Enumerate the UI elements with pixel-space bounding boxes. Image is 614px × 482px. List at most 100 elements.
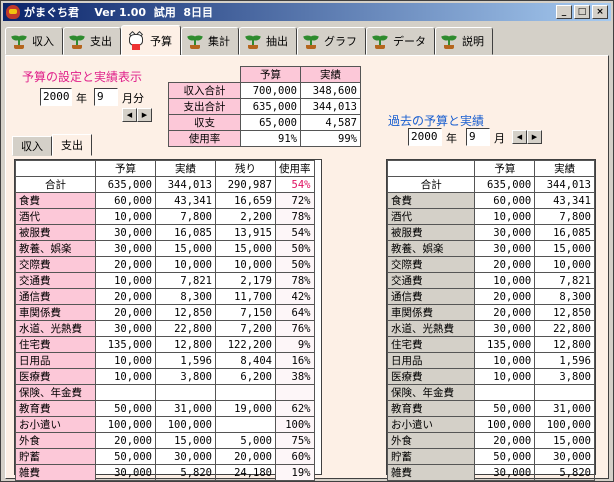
minimize-button[interactable]: _	[556, 5, 572, 19]
table-row[interactable]: 保険、年金費	[386, 384, 595, 401]
tab-7[interactable]: 説明	[435, 27, 493, 55]
subtab-expense[interactable]: 支出	[52, 134, 92, 156]
summary-label: 収入合計	[168, 82, 241, 99]
table-row[interactable]: 外食 20,000 15,000 5,000 75%	[15, 432, 315, 449]
table-row[interactable]: 水道、光熱費 30,000 22,800 7,200 76%	[15, 320, 315, 337]
table-row[interactable]: 酒代 10,000 7,800 2,200 78%	[15, 208, 315, 225]
table-row[interactable]: お小遣い 100,000 100,000 100%	[15, 416, 315, 433]
rest-cell: 10,000	[215, 256, 276, 273]
budget-cell[interactable]: 20,000	[95, 256, 156, 273]
table-row[interactable]: 食費 60,000 43,341 16,659 72%	[15, 192, 315, 209]
budget-cell[interactable]: 10,000	[95, 352, 156, 369]
actual-cell: 8,300	[534, 288, 595, 305]
actual-cell: 15,000	[534, 432, 595, 449]
budget-cell[interactable]: 30,000	[95, 320, 156, 337]
table-row[interactable]: 保険、年金費	[15, 384, 315, 401]
past-year-input[interactable]: 2000	[408, 128, 442, 146]
category: 貯蓄	[15, 448, 96, 465]
table-row[interactable]: 雑費 30,000 5,820 24,180 19%	[15, 464, 315, 481]
past-header: 過去の予算と実績	[388, 114, 485, 128]
maximize-button[interactable]: □	[574, 5, 590, 19]
year-input[interactable]: 2000	[40, 88, 72, 106]
past-next-month-button[interactable]: ▶	[527, 130, 542, 144]
table-row[interactable]: 住宅費 135,000 12,800 122,200 9%	[15, 336, 315, 353]
tab-6[interactable]: データ	[366, 27, 435, 55]
table-row[interactable]: 被服費 30,000 16,085	[386, 224, 595, 241]
tab-1[interactable]: 支出	[63, 27, 121, 55]
category: 車関係費	[386, 304, 476, 321]
expense-budget-grid[interactable]: 予算 実績 残り 使用率 合計 635,000 344,013 290,987 54% 食費 60,…	[14, 159, 322, 481]
budget-cell[interactable]: 30,000	[95, 464, 156, 481]
table-row[interactable]: 貯蓄 50,000 30,000	[386, 448, 595, 465]
table-row[interactable]: 水道、光熱費 30,000 22,800	[386, 320, 595, 337]
tab-2[interactable]: 予算	[121, 25, 181, 55]
table-row[interactable]: 交通費 10,000 7,821 2,179 78%	[15, 272, 315, 289]
rate-cell: 19%	[275, 464, 315, 481]
past-budget-grid[interactable]: 予算 実績 合計 635,000 344,013 食費 60,000 43,341 酒代 10,0…	[386, 159, 596, 481]
rest-cell: 15,000	[215, 240, 276, 257]
next-month-button[interactable]: ▶	[137, 108, 152, 122]
table-row[interactable]: 食費 60,000 43,341	[386, 192, 595, 209]
category: 保険、年金費	[15, 384, 96, 401]
month-input[interactable]: 9	[94, 88, 118, 106]
table-row[interactable]: 車関係費 20,000 12,850	[386, 304, 595, 321]
table-row[interactable]: 交際費 20,000 10,000	[386, 256, 595, 273]
table-row[interactable]: 日用品 10,000 1,596 8,404 16%	[15, 352, 315, 369]
budget-cell[interactable]: 20,000	[95, 432, 156, 449]
budget-cell[interactable]: 50,000	[95, 448, 156, 465]
col-header: 実績	[155, 160, 216, 177]
table-row[interactable]: 教育費 50,000 31,000	[386, 400, 595, 417]
budget-cell[interactable]: 60,000	[95, 192, 156, 209]
table-row[interactable]: お小遣い 100,000 100,000	[386, 416, 595, 433]
table-row[interactable]: 通信費 20,000 8,300	[386, 288, 595, 305]
category: 酒代	[15, 208, 96, 225]
table-row[interactable]: 外食 20,000 15,000	[386, 432, 595, 449]
table-row[interactable]: 教養、娯楽 30,000 15,000 15,000 50%	[15, 240, 315, 257]
budget-cell[interactable]: 100,000	[95, 416, 156, 433]
tab-label: 支出	[90, 35, 112, 48]
actual-cell: 100,000	[155, 416, 216, 433]
table-row[interactable]: 交通費 10,000 7,821	[386, 272, 595, 289]
budget-cell[interactable]	[95, 384, 156, 401]
actual-cell: 3,800	[534, 368, 595, 385]
tab-4[interactable]: 抽出	[239, 27, 297, 55]
close-button[interactable]: ×	[592, 5, 608, 19]
budget-cell[interactable]: 135,000	[95, 336, 156, 353]
summary-label: 支出合計	[168, 98, 241, 115]
table-row[interactable]: 教養、娯楽 30,000 15,000	[386, 240, 595, 257]
rate-cell: 100%	[275, 416, 315, 433]
table-row[interactable]: 被服費 30,000 16,085 13,915 54%	[15, 224, 315, 241]
budget-cell: 10,000	[474, 208, 536, 225]
table-row[interactable]: 雑費 30,000 5,820	[386, 464, 595, 481]
prev-month-button[interactable]: ◀	[122, 108, 137, 122]
table-row[interactable]: 住宅費 135,000 12,800	[386, 336, 595, 353]
tab-5[interactable]: グラフ	[297, 27, 366, 55]
table-row[interactable]: 日用品 10,000 1,596	[386, 352, 595, 369]
actual-cell: 3,800	[155, 368, 216, 385]
table-row[interactable]: 医療費 10,000 3,800 6,200 38%	[15, 368, 315, 385]
subtab-income[interactable]: 収入	[12, 136, 52, 156]
budget-cell[interactable]: 20,000	[95, 304, 156, 321]
budget-cell[interactable]: 30,000	[95, 224, 156, 241]
table-row[interactable]: 貯蓄 50,000 30,000 20,000 60%	[15, 448, 315, 465]
table-row[interactable]: 車関係費 20,000 12,850 7,150 64%	[15, 304, 315, 321]
actual-cell: 7,821	[534, 272, 595, 289]
tab-3[interactable]: 集計	[181, 27, 239, 55]
past-prev-month-button[interactable]: ◀	[512, 130, 527, 144]
budget-cell: 100,000	[474, 416, 536, 433]
actual-cell: 22,800	[155, 320, 216, 337]
tab-0[interactable]: 収入	[5, 27, 63, 55]
table-row[interactable]: 酒代 10,000 7,800	[386, 208, 595, 225]
budget-cell[interactable]: 30,000	[95, 240, 156, 257]
table-row[interactable]: 交際費 20,000 10,000 10,000 50%	[15, 256, 315, 273]
col-header: 実績	[534, 160, 595, 177]
table-row[interactable]: 医療費 10,000 3,800	[386, 368, 595, 385]
budget-cell[interactable]: 10,000	[95, 272, 156, 289]
table-row[interactable]: 教育費 50,000 31,000 19,000 62%	[15, 400, 315, 417]
budget-cell[interactable]: 50,000	[95, 400, 156, 417]
table-row[interactable]: 通信費 20,000 8,300 11,700 42%	[15, 288, 315, 305]
budget-cell[interactable]: 10,000	[95, 208, 156, 225]
budget-cell[interactable]: 10,000	[95, 368, 156, 385]
budget-cell[interactable]: 20,000	[95, 288, 156, 305]
past-month-input[interactable]: 9	[466, 128, 490, 146]
